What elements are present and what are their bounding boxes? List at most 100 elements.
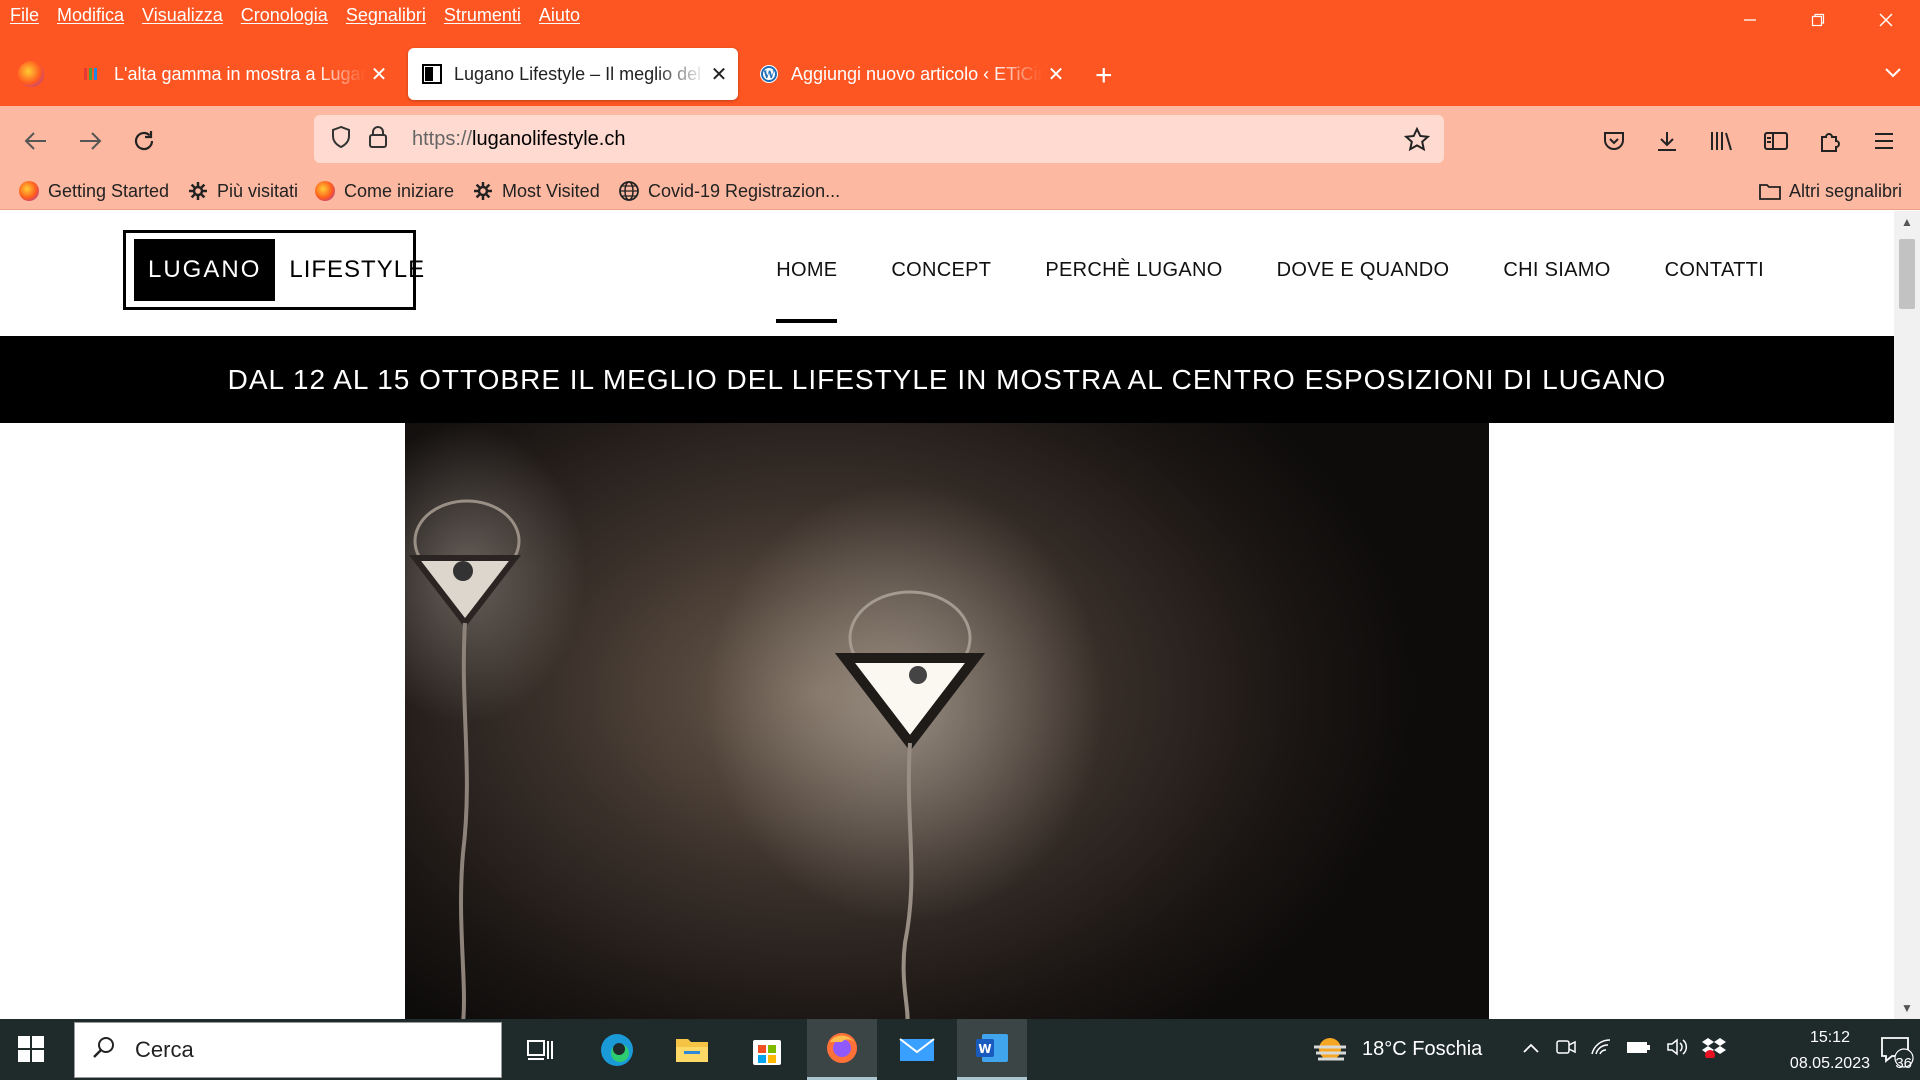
colorful-favicon-icon (84, 68, 97, 80)
nav-contatti[interactable]: CONTATTI (1665, 259, 1764, 282)
other-bookmarks[interactable]: Altri segnalibri (1759, 180, 1902, 202)
lugano-lifestyle-favicon-icon (422, 64, 442, 84)
menu-view[interactable]: Visualizza (142, 5, 223, 26)
menu-bookmarks[interactable]: Segnalibri (346, 5, 426, 26)
tab-close-icon[interactable]: ✕ (1043, 62, 1069, 87)
weather-text: 18°C Foschia (1362, 1038, 1483, 1060)
page-scrollbar[interactable]: ▲ ▼ (1894, 211, 1920, 1019)
forward-arrow-icon[interactable] (73, 124, 107, 158)
tab-aggiungi-articolo[interactable]: W Aggiungi nuovo articolo ‹ ETiCinfo ✕ (745, 48, 1075, 100)
clock-time: 15:12 (1809, 1029, 1850, 1046)
microsoft-store-icon[interactable] (732, 1019, 802, 1080)
url-text[interactable]: https://luganolifestyle.ch (412, 128, 625, 151)
menu-file[interactable]: File (10, 5, 39, 26)
tab-close-icon[interactable]: ✕ (366, 62, 392, 87)
nav-home[interactable]: HOME (776, 259, 838, 323)
library-icon[interactable] (1705, 124, 1739, 158)
bookmark-getting-started[interactable]: Getting Started (18, 180, 169, 202)
edge-icon[interactable] (582, 1019, 652, 1080)
site-logo[interactable]: LUGANO LIFESTYLE (123, 230, 424, 310)
windows-taskbar: Cerca W 18°C Foschia 15:12 08.05.2023 36 (0, 1019, 1920, 1080)
url-protocol: https:// (412, 127, 473, 150)
site-navigation: HOME CONCEPT PERCHÈ LUGANO DOVE E QUANDO… (722, 259, 1764, 323)
extensions-puzzle-icon[interactable] (1813, 124, 1847, 158)
battery-icon[interactable] (1626, 1039, 1652, 1060)
tab-strip: L'alta gamma in mostra a Lugano ✕ Lugano… (0, 31, 1920, 106)
tracking-shield-icon[interactable] (330, 125, 352, 154)
tab-title: L'alta gamma in mostra a Lugano (114, 63, 366, 84)
system-tray (1522, 1019, 1726, 1080)
dropbox-icon[interactable] (1702, 1036, 1726, 1063)
firefox-view-icon[interactable] (18, 61, 44, 87)
logo-lifestyle: LIFESTYLE (289, 256, 426, 283)
url-host: luganolifestyle.ch (472, 127, 626, 150)
weather-widget[interactable]: 18°C Foschia (1312, 1019, 1482, 1080)
windows-start-icon[interactable] (18, 1036, 44, 1067)
svg-text:W: W (978, 1042, 991, 1056)
bookmark-label: Most Visited (502, 180, 600, 201)
other-bookmarks-label: Altri segnalibri (1788, 180, 1902, 201)
reload-icon[interactable] (127, 124, 161, 158)
nav-perche-lugano[interactable]: PERCHÈ LUGANO (1045, 259, 1222, 282)
search-icon (91, 1035, 117, 1066)
tab-lugano-lifestyle[interactable]: Lugano Lifestyle – Il meglio del lifesty… (408, 48, 738, 100)
scroll-up-icon[interactable]: ▲ (1894, 215, 1920, 229)
nav-dove-e-quando[interactable]: DOVE E QUANDO (1277, 259, 1450, 282)
show-hidden-icons-chevron-icon[interactable] (1522, 1041, 1540, 1059)
lamp-illustration (405, 423, 1105, 1019)
gear-icon (187, 180, 209, 202)
menu-history[interactable]: Cronologia (241, 5, 328, 26)
volume-icon[interactable] (1666, 1038, 1688, 1061)
lock-icon[interactable] (368, 125, 390, 154)
word-icon[interactable]: W (957, 1019, 1027, 1080)
tab-alta-gamma[interactable]: L'alta gamma in mostra a Lugano ✕ (68, 48, 398, 100)
clock-date: 08.05.2023 (1789, 1055, 1870, 1072)
meet-now-icon[interactable] (1556, 1038, 1576, 1061)
gear-icon (472, 180, 494, 202)
menu-bar: File Modifica Visualizza Cronologia Segn… (0, 0, 1920, 31)
task-view-icon[interactable] (505, 1019, 575, 1080)
firefox-taskbar-icon[interactable] (807, 1019, 877, 1080)
file-explorer-icon[interactable] (657, 1019, 727, 1080)
bookmark-label: Come iniziare (344, 180, 455, 201)
notification-center[interactable]: 36 (1872, 1019, 1920, 1080)
clock[interactable]: 15:12 08.05.2023 (1790, 1025, 1870, 1077)
back-arrow-icon[interactable] (19, 124, 53, 158)
tab-title: Aggiungi nuovo articolo ‹ ETiCinfo (791, 63, 1043, 84)
menu-help[interactable]: Aiuto (539, 5, 580, 26)
new-tab-plus-icon[interactable]: + (1095, 61, 1113, 91)
bookmark-covid-registrazione[interactable]: Covid-19 Registrazion... (618, 180, 840, 202)
scrollbar-thumb[interactable] (1899, 239, 1915, 309)
scroll-down-icon[interactable]: ▼ (1894, 1001, 1920, 1015)
wifi-icon[interactable] (1590, 1038, 1612, 1061)
taskbar-search-box[interactable]: Cerca (74, 1022, 502, 1078)
hamburger-menu-icon[interactable] (1867, 124, 1901, 158)
nav-concept[interactable]: CONCEPT (891, 259, 991, 282)
logo-lugano: LUGANO (134, 239, 276, 301)
bookmark-come-iniziare[interactable]: Come iniziare (314, 180, 454, 202)
tab-close-icon[interactable]: ✕ (706, 62, 732, 87)
list-all-tabs-chevron-icon[interactable] (1884, 63, 1902, 84)
menu-tools[interactable]: Strumenti (444, 5, 521, 26)
bookmark-star-icon[interactable] (1403, 126, 1431, 158)
pocket-icon[interactable] (1597, 124, 1631, 158)
hero-image-lamps (405, 423, 1489, 1019)
nav-chi-siamo[interactable]: CHI SIAMO (1503, 259, 1610, 282)
wordpress-icon: W (760, 65, 778, 83)
bookmark-piu-visitati[interactable]: Più visitati (187, 180, 298, 202)
bookmark-most-visited[interactable]: Most Visited (472, 180, 600, 202)
mail-icon[interactable] (882, 1019, 952, 1080)
navigation-toolbar: https://luganolifestyle.ch (0, 106, 1920, 176)
bookmark-label: Getting Started (48, 180, 170, 201)
search-placeholder: Cerca (135, 1037, 194, 1062)
bookmark-label: Più visitati (217, 180, 299, 201)
sun-haze-icon (1314, 1037, 1346, 1060)
menu-edit[interactable]: Modifica (57, 5, 124, 26)
sidebar-icon[interactable] (1759, 124, 1793, 158)
downloads-icon[interactable] (1650, 124, 1684, 158)
svg-text:W: W (762, 70, 775, 81)
globe-icon (618, 180, 640, 202)
bookmark-label: Covid-19 Registrazion... (648, 180, 841, 201)
bookmarks-toolbar: Getting Started Più visitati Come inizia… (0, 176, 1920, 210)
url-bar[interactable]: https://luganolifestyle.ch (314, 115, 1444, 163)
